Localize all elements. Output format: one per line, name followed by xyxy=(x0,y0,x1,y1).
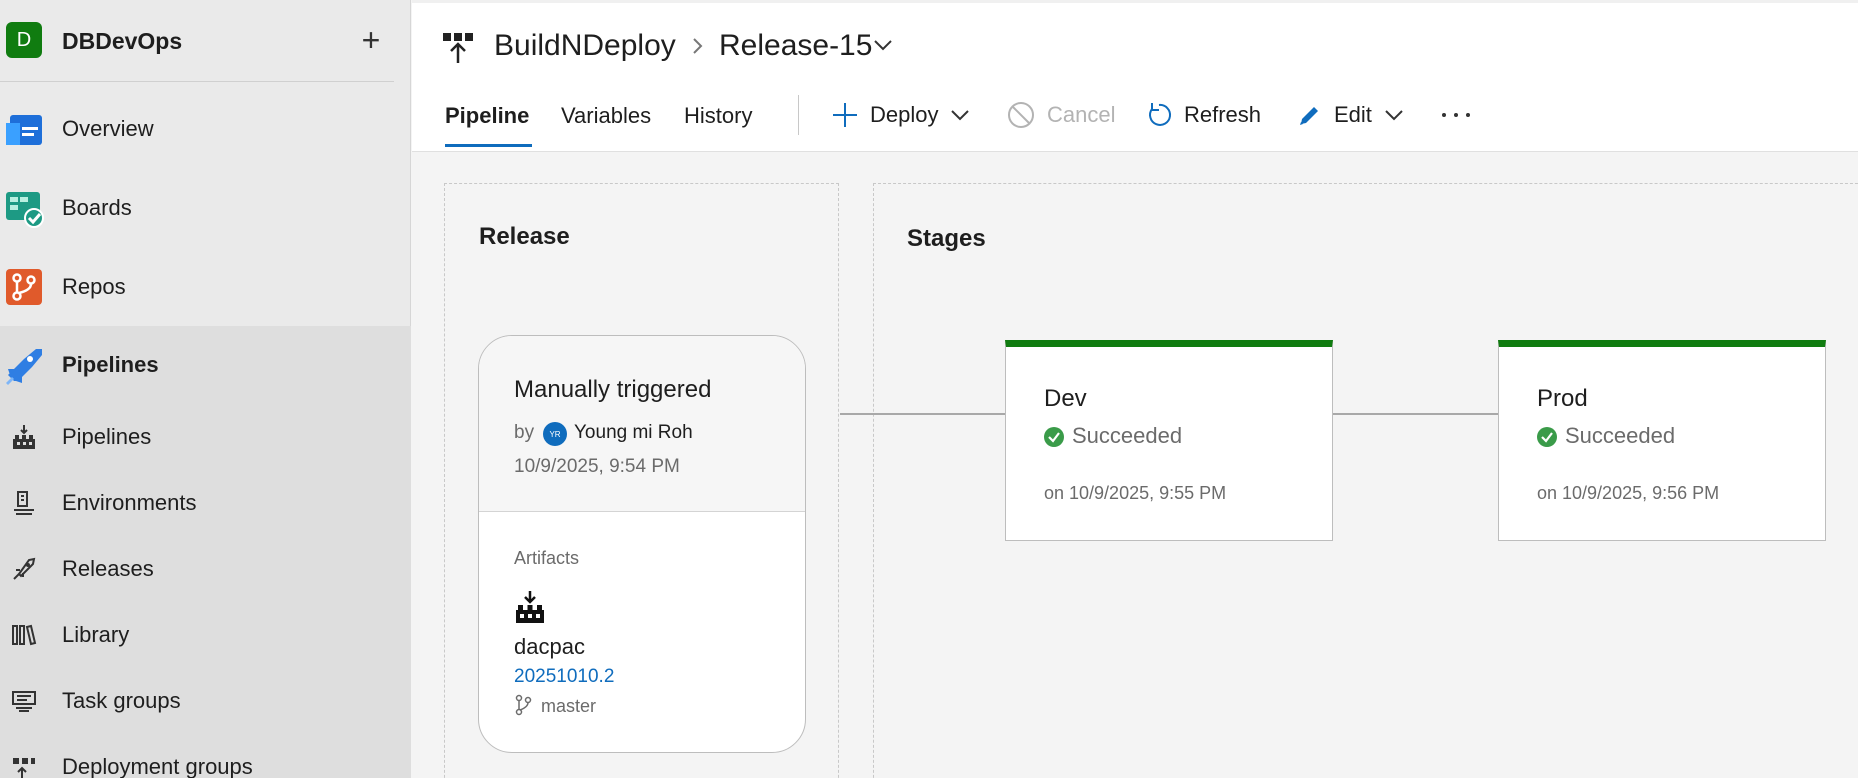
org-header: D DBDevOps + xyxy=(0,0,411,82)
user-name: Young mi Roh xyxy=(574,422,693,443)
pencil-icon xyxy=(1300,107,1318,125)
release-section-title: Release xyxy=(479,223,570,250)
deployment-groups-icon xyxy=(4,747,44,778)
library-icon xyxy=(4,615,44,655)
stage-card-prod[interactable]: Prod Succeeded on 10/9/2025, 9:56 PM xyxy=(1498,340,1826,541)
sidebar-item-label: Deployment groups xyxy=(62,754,253,778)
artifact-branch: master xyxy=(541,696,597,716)
environments-icon xyxy=(4,483,44,523)
sidebar-item-label: Library xyxy=(62,622,130,647)
sidebar-item-task-groups[interactable]: Task groups xyxy=(0,680,411,722)
more-dot xyxy=(1454,113,1458,117)
sidebar-item-releases[interactable]: Releases xyxy=(0,548,411,590)
trigger-text: Manually triggered xyxy=(514,376,712,403)
sidebar: D DBDevOps + Overview Boards Repos Pipel… xyxy=(0,0,411,778)
sidebar-item-label: Releases xyxy=(62,556,154,581)
release-to-dev-connector xyxy=(840,413,1005,415)
more-dot xyxy=(1442,113,1446,117)
artifacts-label: Artifacts xyxy=(514,548,580,568)
task-groups-icon xyxy=(4,681,44,721)
sidebar-item-boards[interactable]: Boards xyxy=(0,187,411,229)
sidebar-item-pipelines[interactable]: Pipelines xyxy=(0,416,411,458)
success-check-icon xyxy=(1044,427,1064,447)
more-options-button[interactable] xyxy=(1436,95,1476,135)
artifact-version-link[interactable]: 20251010.2 xyxy=(514,666,614,688)
sidebar-item-label: Pipelines xyxy=(62,424,152,449)
stage-status: Succeeded xyxy=(1072,423,1183,448)
release-name-dropdown[interactable]: Release-15 xyxy=(719,29,872,63)
cancel-icon xyxy=(1008,102,1034,128)
chevron-down-icon xyxy=(951,110,970,121)
new-project-button[interactable]: + xyxy=(356,22,386,58)
edit-label: Edit xyxy=(1334,102,1372,127)
chevron-down-icon[interactable] xyxy=(872,35,894,60)
org-avatar[interactable]: D xyxy=(6,22,42,58)
divider xyxy=(0,81,394,82)
edit-button[interactable]: Edit xyxy=(1298,95,1404,135)
stage-timestamp: on 10/9/2025, 9:55 PM xyxy=(1044,483,1227,503)
sidebar-item-library[interactable]: Library xyxy=(0,614,411,656)
plus-icon xyxy=(833,103,857,127)
tab-variables[interactable]: Variables xyxy=(561,103,651,129)
active-tab-indicator xyxy=(445,144,532,147)
repos-icon xyxy=(4,267,44,307)
sidebar-item-pipelines-hub[interactable]: Pipelines xyxy=(0,344,411,386)
stage-card-dev[interactable]: Dev Succeeded on 10/9/2025, 9:55 PM xyxy=(1005,340,1333,541)
sidebar-item-repos[interactable]: Repos xyxy=(0,266,411,308)
branch-icon xyxy=(514,694,532,716)
cancel-label: Cancel xyxy=(1047,102,1116,127)
release-card[interactable]: Manually triggered by YR Young mi Roh 10… xyxy=(478,335,806,753)
pipeline-name-link[interactable]: BuildNDeploy xyxy=(494,29,676,63)
org-name[interactable]: DBDevOps xyxy=(62,28,182,55)
success-check-icon xyxy=(1537,427,1557,447)
chevron-down-icon xyxy=(1385,110,1403,121)
page-header: BuildNDeploy Release-15 Pipeline Variabl… xyxy=(412,0,1858,152)
artifact-name: dacpac xyxy=(514,634,585,659)
sidebar-item-label: Task groups xyxy=(62,688,181,713)
stage-name: Prod xyxy=(1537,385,1588,412)
by-label: by xyxy=(514,422,535,443)
sidebar-item-label: Boards xyxy=(62,195,132,220)
release-date: 10/9/2025, 9:54 PM xyxy=(514,456,680,477)
deploy-button[interactable]: Deploy xyxy=(832,95,970,135)
refresh-button[interactable]: Refresh xyxy=(1146,95,1261,135)
pipelines-icon xyxy=(4,417,44,457)
sidebar-item-label: Pipelines xyxy=(62,352,159,377)
tab-history[interactable]: History xyxy=(684,103,752,129)
sidebar-item-environments[interactable]: Environments xyxy=(0,482,411,524)
overview-icon xyxy=(4,109,44,149)
refresh-label: Refresh xyxy=(1184,102,1262,127)
toolbar-divider xyxy=(798,95,799,135)
releases-icon xyxy=(4,549,44,589)
user-avatar: YR xyxy=(543,422,567,446)
boards-icon xyxy=(4,188,44,228)
release-pipeline-icon xyxy=(442,31,474,65)
refresh-icon xyxy=(1149,103,1171,126)
sidebar-item-overview[interactable]: Overview xyxy=(0,108,411,150)
deploy-label: Deploy xyxy=(870,102,939,127)
sidebar-item-deployment-groups[interactable]: Deployment groups xyxy=(0,746,411,778)
cancel-button[interactable]: Cancel xyxy=(1007,95,1115,135)
stage-name: Dev xyxy=(1044,385,1087,412)
stages-section-title: Stages xyxy=(907,225,986,252)
build-artifact-icon xyxy=(514,590,546,624)
breadcrumb-chevron-icon xyxy=(690,31,706,68)
stage-timestamp: on 10/9/2025, 9:56 PM xyxy=(1537,483,1720,503)
sidebar-item-label: Environments xyxy=(62,490,197,515)
dev-to-prod-connector xyxy=(1333,413,1498,415)
sidebar-item-label: Overview xyxy=(62,116,154,141)
sidebar-item-label: Repos xyxy=(62,274,126,299)
stage-status: Succeeded xyxy=(1565,423,1676,448)
pipelines-hub-icon xyxy=(4,345,44,385)
tab-pipeline[interactable]: Pipeline xyxy=(445,103,529,129)
more-dot xyxy=(1466,113,1470,117)
